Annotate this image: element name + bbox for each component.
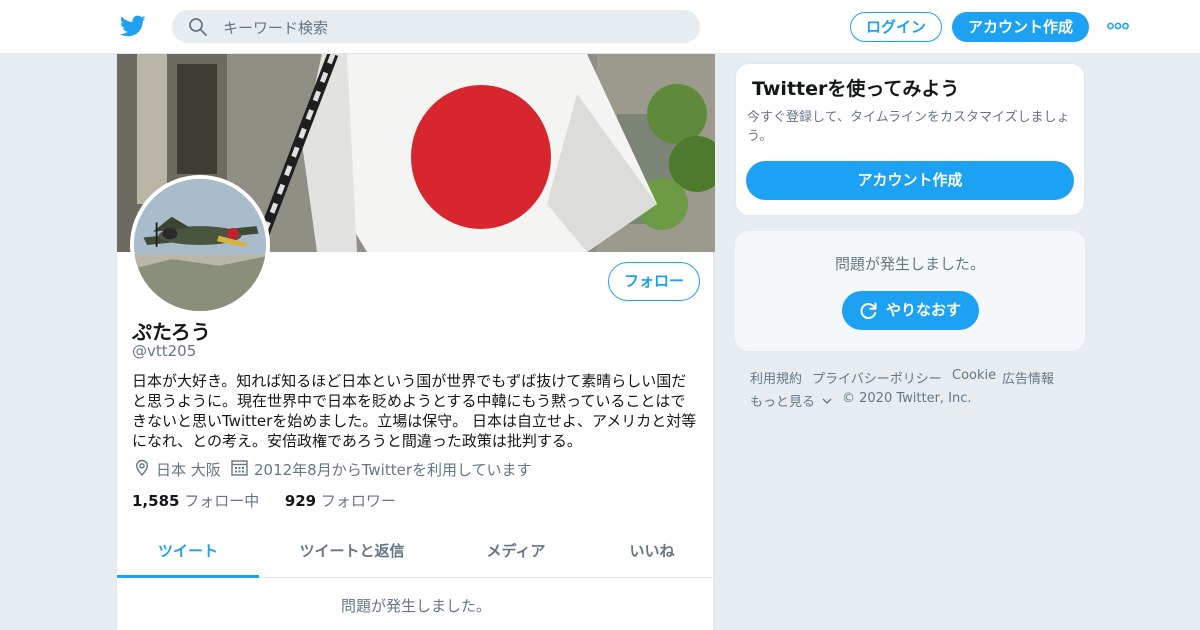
search-placeholder[interactable]: キーワード検索 [223,17,328,38]
refresh-icon [860,302,877,320]
profile-handle[interactable]: @vtt205 [132,342,196,360]
footer-more-label: もっと見る [750,395,816,410]
tab-likes[interactable]: いいね [607,528,697,578]
footer-link-terms[interactable]: 利用規約 [750,368,802,387]
footer-link-cookie[interactable]: Cookie [952,368,996,383]
following-label: フォロー中 [184,492,260,510]
following-link[interactable]: 1,585 フォロー中 [132,492,259,510]
retry-button[interactable]: やりなおす [842,291,979,330]
tab-tweets[interactable]: ツイート [117,528,259,578]
login-button[interactable]: ログイン [850,12,942,42]
chevron-down-icon [822,398,832,404]
footer-link-privacy[interactable]: プライバシーポリシー [812,368,942,387]
profile-tabs: ツイート ツイートと返信 メディア いいね [117,528,715,578]
profile-location: 日本 大阪 [156,461,221,479]
timeline-error-message: 問題が発生しました。 [340,597,491,615]
profile-join-date: 2012年8月からTwitterを利用しています [254,461,532,479]
following-count: 1,585 [132,492,180,510]
signup-card-title: Twitterを使ってみよう [752,78,960,100]
follow-button[interactable]: フォロー [608,262,700,301]
twitter-bird-logo-icon[interactable] [120,13,146,39]
profile-bio: 日本が大好き。知れば知るほど日本という国が世界でもずば抜けて素晴らしい国だと思う… [132,372,697,450]
signup-card: Twitterを使ってみよう 今すぐ登録して、タイムラインをカスタマイズしましょ… [735,63,1085,216]
retry-label: やりなおす [885,301,961,319]
sidebar-error-message: 問題が発生しました。 [834,255,985,273]
signup-card-button[interactable]: アカウント作成 [746,161,1074,200]
profile-avatar[interactable] [130,175,270,315]
footer-copyright: © 2020 Twitter, Inc. [842,391,972,406]
followers-count: 929 [284,492,317,510]
tab-media[interactable]: メディア [457,528,575,578]
followers-link[interactable]: 929 フォロワー [285,492,396,510]
signup-card-description: 今すぐ登録して、タイムラインをカスタマイズしましょう。 [747,110,1070,144]
footer-link-ads[interactable]: 広告情報 [1002,368,1054,387]
search-icon [189,18,207,36]
followers-label: フォロワー [320,492,396,510]
signup-button[interactable]: アカウント作成 [952,12,1089,42]
location-icon [135,459,149,477]
more-options-icon[interactable] [1107,22,1129,30]
calendar-icon [231,460,248,476]
profile-stats: 1,585 フォロー中 929 フォロワー [132,490,396,511]
sidebar-error-card: 問題が発生しました。 やりなおす [735,231,1085,351]
profile-column: フォロー ぷたろう @vtt205 日本が大好き。知れば知るほど日本という国が世… [116,54,715,630]
profile-name[interactable]: ぷたろう [132,316,211,345]
search-bar[interactable]: キーワード検索 [172,10,700,43]
top-navigation-bar: キーワード検索 ログイン アカウント作成 [0,0,1200,54]
footer-more-link[interactable]: もっと見る [750,391,833,410]
tab-tweets-and-replies[interactable]: ツイートと返信 [283,528,421,578]
